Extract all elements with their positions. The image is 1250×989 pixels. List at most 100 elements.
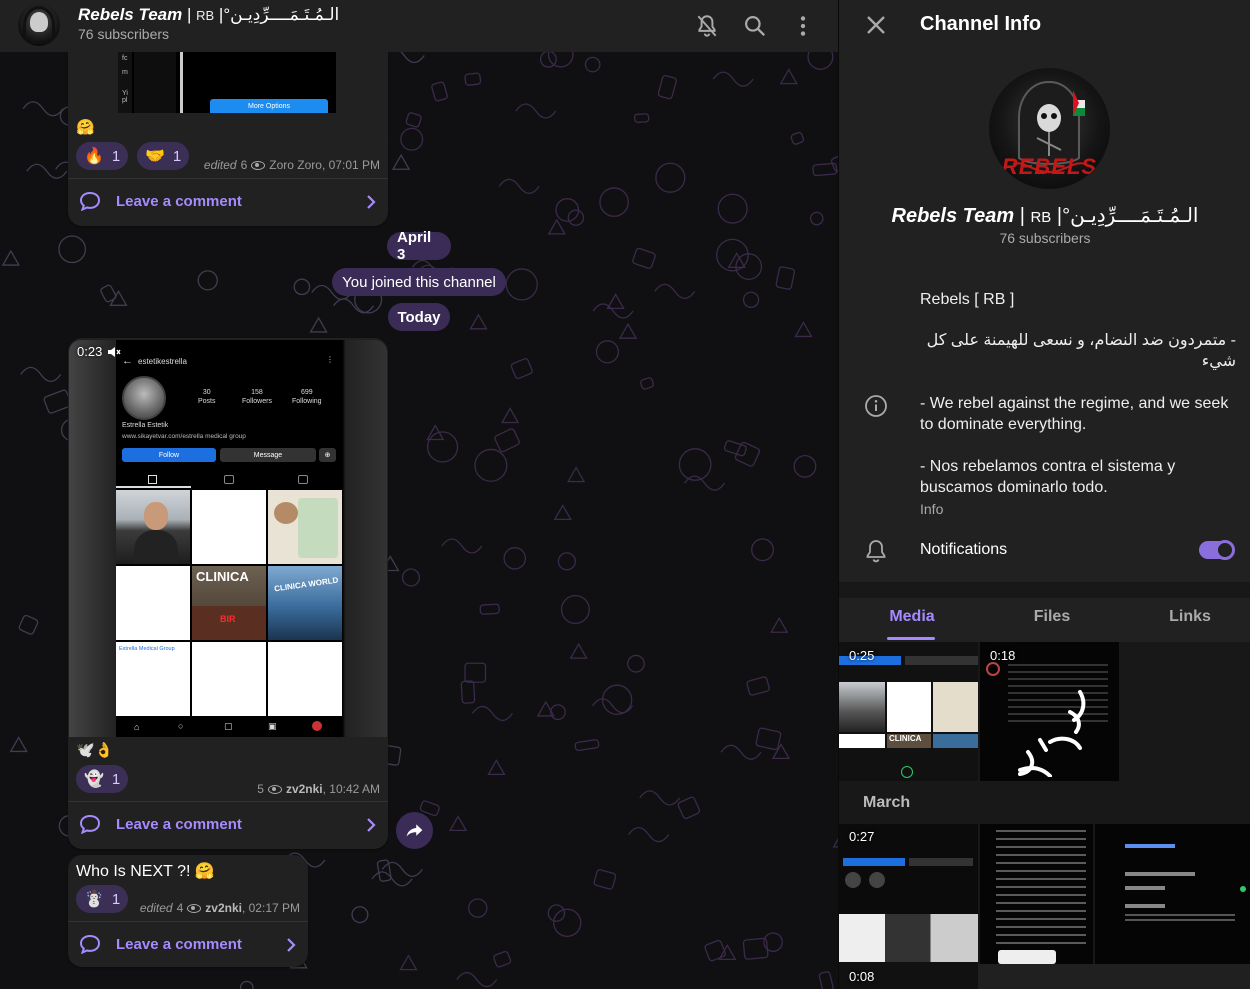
leave-comment-button[interactable]: Leave a comment: [68, 801, 388, 847]
wallpaper-doodle: [655, 162, 686, 193]
media-thumb-1[interactable]: CLINICA 0:25: [839, 642, 978, 781]
media-thumb-3[interactable]: 0:27 0:08: [839, 824, 978, 989]
message-author: zv2nki: [285, 782, 323, 796]
wallpaper-doodle: [735, 253, 763, 280]
media-thumb-4[interactable]: [980, 824, 1093, 964]
wallpaper-doodle: [639, 790, 681, 806]
reaction-handshake[interactable]: 🤝 1: [137, 142, 190, 170]
message-1-media[interactable]: fc m Yi pl More Options: [118, 52, 336, 113]
ph-posts-count: 30: [202, 389, 211, 396]
wallpaper-doodle: [632, 247, 656, 269]
leave-comment-button[interactable]: Leave a comment: [68, 921, 308, 967]
wallpaper-doodle: [239, 980, 254, 989]
description-line-1: Rebels [ RB ]: [920, 291, 1015, 308]
ph-following-label: Following: [292, 398, 322, 405]
wallpaper-doodle: [515, 103, 557, 119]
notifications-toggle[interactable]: [1199, 540, 1235, 560]
message-1-meta: edited 6 Zoro Zoro, 07:01 PM: [204, 158, 380, 172]
chat-area: Rebels Team | RB |°الـمُـتَـمَــــرِّدِي…: [0, 0, 838, 989]
chevron-right-icon: [367, 195, 376, 209]
wallpaper-doodle: [468, 898, 488, 918]
handwriting-graphic: [1018, 690, 1086, 777]
share-arrow-icon: [406, 824, 423, 837]
channel-info-panel: Channel Info REBELS Rebels Team | RB |°ا…: [838, 0, 1250, 989]
ph-message-label: Message: [253, 451, 283, 459]
leave-comment-button[interactable]: Leave a comment: [68, 178, 388, 224]
comment-bubble-icon: [79, 934, 101, 954]
shared-media-grid: CLINICA 0:25 0:18 March 0:27 0:08: [839, 642, 1250, 989]
wallpaper-doodle: [775, 266, 796, 290]
wallpaper-doodle: [487, 759, 506, 776]
channel-avatar[interactable]: [18, 4, 60, 46]
view-count: 5: [257, 782, 264, 796]
wallpaper-doodle: [58, 235, 87, 264]
message-time: , 10:42 AM: [322, 782, 380, 796]
chat-title[interactable]: Rebels Team | RB |°الـمُـتَـمَــــرِّدِي…: [78, 5, 339, 25]
message-1-emoji: 🤗: [76, 119, 95, 136]
media-tabs: Media Files Links: [839, 598, 1250, 642]
ph-tabs: [116, 472, 342, 488]
chat-title-sep: |: [182, 5, 197, 24]
wallpaper-doodle: [399, 954, 418, 971]
thumb-3-duration: 0:27: [849, 829, 875, 844]
message-3-text: Who Is NEXT ?! 🤗: [76, 863, 215, 880]
description-arabic: - متمردون ضد النضام، و نسعى للهيمنة على …: [926, 332, 1236, 370]
close-icon[interactable]: [865, 14, 887, 36]
wallpaper-doodle: [633, 113, 650, 123]
wallpaper-doodle: [1, 249, 21, 266]
media-thumb-5[interactable]: [1095, 824, 1250, 964]
wallpaper-doodle: [569, 642, 588, 659]
wallpaper-doodle: [593, 869, 617, 890]
month-header: March: [863, 794, 911, 811]
mute-bell-icon[interactable]: [694, 13, 720, 39]
channel-avatar-large[interactable]: REBELS: [989, 68, 1110, 189]
wallpaper-doodle: [560, 594, 590, 625]
ph-clinica-text: CLINICA: [196, 569, 249, 584]
wallpaper-doodle: [18, 614, 39, 635]
message-2-video[interactable]: ← estetikestrella ⋮ 30 Posts 158 Followers…: [69, 340, 387, 737]
ph-followers-count: 158: [251, 389, 263, 396]
chat-subscribers: 76 subscribers: [78, 26, 170, 42]
tab-links[interactable]: Links: [1140, 608, 1240, 626]
muted-speaker-icon[interactable]: [107, 346, 121, 358]
chat-title-arabic: |°الـمُـتَـمَــــرِّدِيـن: [214, 5, 340, 24]
reaction-ghost[interactable]: 👻 1: [76, 765, 129, 793]
views-eye-icon: [251, 160, 266, 170]
wallpaper-doodle: [197, 270, 218, 291]
wallpaper-doodle: [606, 293, 625, 310]
wallpaper-doodle: [505, 268, 538, 301]
tab-files[interactable]: Files: [1002, 608, 1102, 626]
wallpaper-doodle: [510, 358, 533, 380]
views-eye-icon: [187, 903, 202, 913]
wallpaper-doodle: [717, 193, 748, 224]
more-menu-icon[interactable]: [790, 13, 816, 39]
ph-bottom-nav: ⌂ ○ ▢ ▣: [116, 718, 342, 737]
ph-group-text: Estrella Medical Group: [119, 646, 175, 652]
search-icon[interactable]: [742, 13, 768, 39]
fire-emoji: 🔥: [84, 148, 104, 165]
reaction-snowman[interactable]: ☃️ 1: [76, 885, 129, 913]
wallpaper-doodle: [9, 736, 28, 753]
wallpaper-doodle: [547, 218, 566, 235]
description-english: - We rebel against the regime, and we se…: [920, 395, 1229, 433]
media-thumb-2[interactable]: 0:18: [980, 642, 1119, 781]
wallpaper-doodle: [376, 859, 392, 882]
ph-grid-text-post-3: Estrella Medical Group: [116, 642, 190, 716]
telegram-app: Rebels Team | RB |°الـمُـتَـمَــــرِّدِي…: [0, 0, 1250, 989]
wallpaper-doodle: [770, 616, 789, 633]
reaction-fire[interactable]: 🔥 1: [76, 142, 129, 170]
wallpaper-doodle: [469, 313, 488, 330]
wallpaper-doodle: [742, 291, 760, 309]
forward-button[interactable]: [396, 812, 433, 849]
ph-message-button: Message: [220, 448, 316, 462]
wallpaper-doodle: [677, 796, 701, 820]
tab-media[interactable]: Media: [862, 608, 962, 626]
comment-bubble-icon: [79, 191, 101, 211]
wallpaper-doodle: [595, 340, 620, 364]
thumb-2-duration: 0:18: [990, 648, 1016, 663]
ph-add-person-icon: ⊕: [319, 448, 336, 462]
ph-posts-label: Posts: [198, 398, 216, 405]
edited-label: edited: [139, 901, 173, 915]
message-2-emoji: 🕊️👌: [76, 742, 114, 759]
panel-header: Channel Info: [839, 0, 1250, 52]
